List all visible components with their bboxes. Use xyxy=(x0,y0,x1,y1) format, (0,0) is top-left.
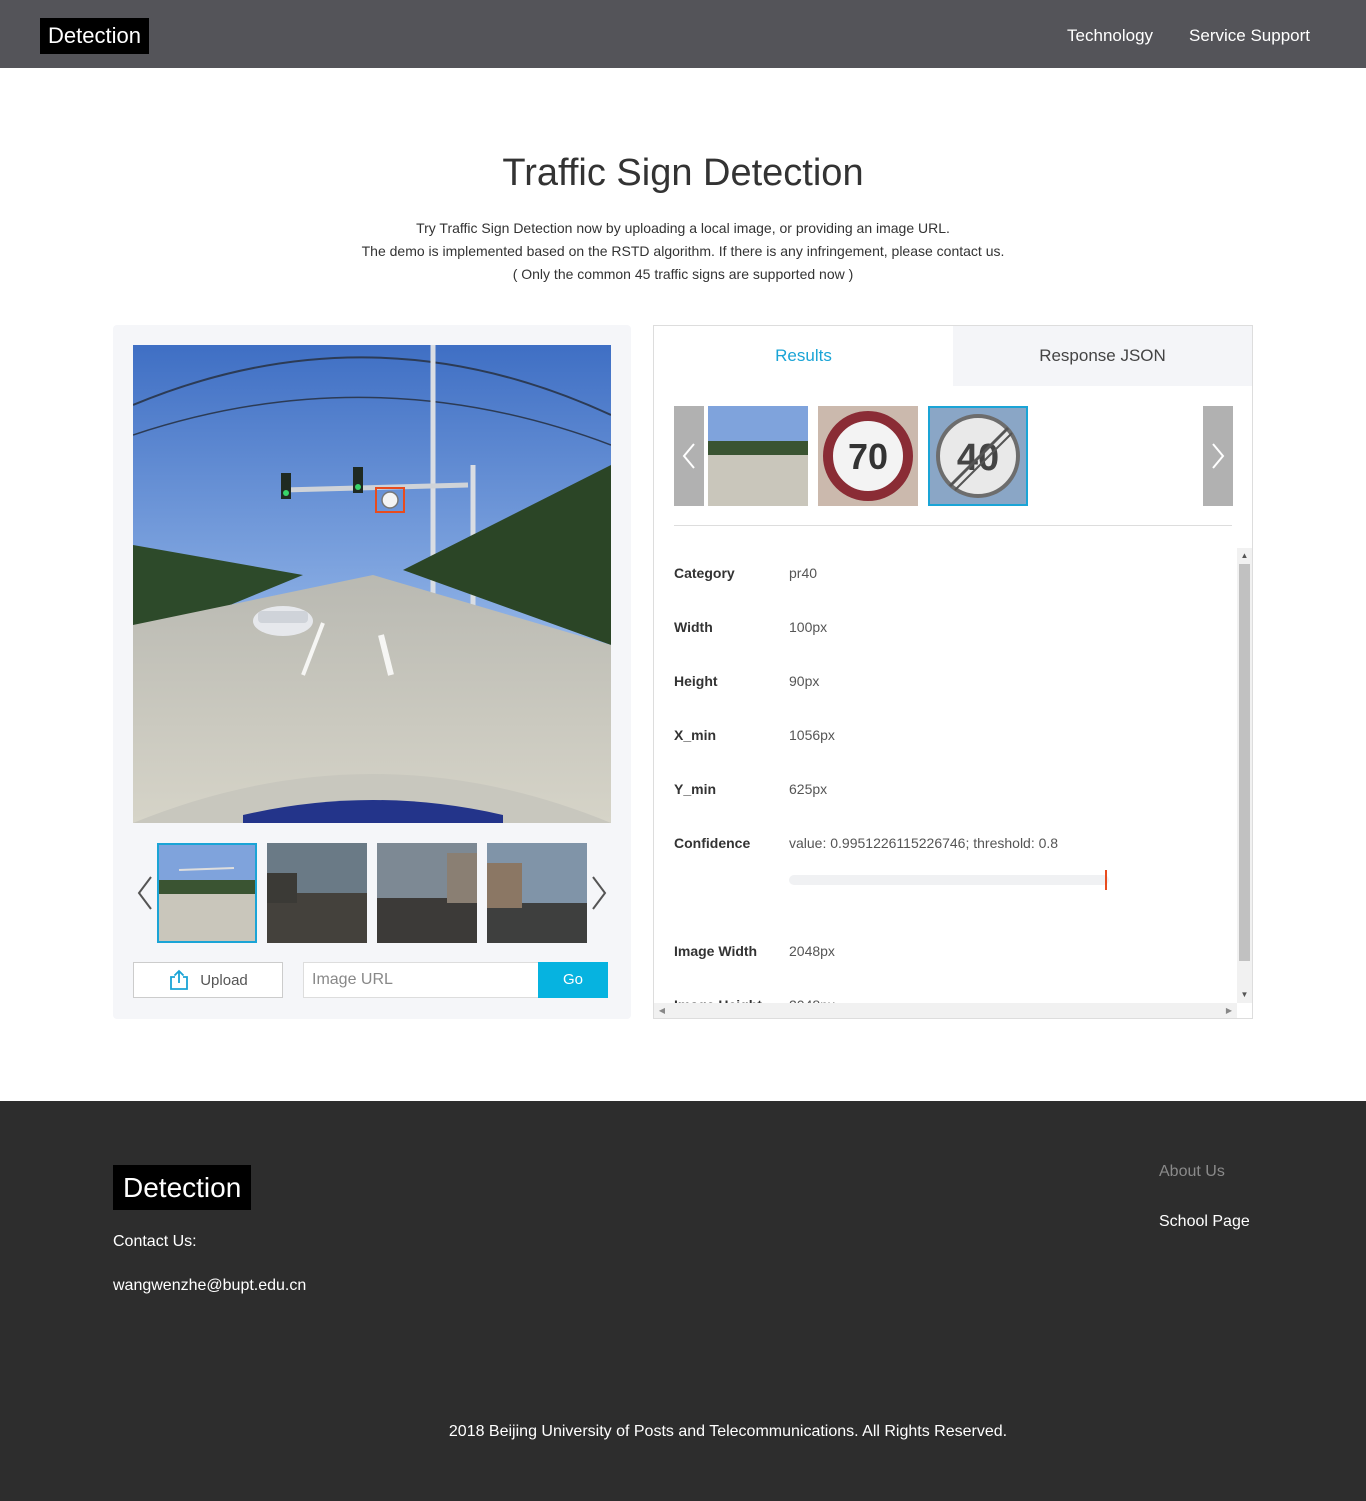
street-thumbnail-image xyxy=(267,843,367,943)
detail-value: 625px xyxy=(789,781,828,797)
nav-service-support[interactable]: Service Support xyxy=(1189,26,1310,46)
detection-details: Category pr40 Width 100px Height 90px X_… xyxy=(654,548,1237,1003)
upload-label: Upload xyxy=(200,971,248,989)
results-tabs: Results Response JSON xyxy=(654,326,1252,386)
detection-crop-sign[interactable]: 40 xyxy=(928,406,1028,506)
confidence-bar xyxy=(789,870,1109,890)
detail-key: X_min xyxy=(674,727,717,743)
contact-email[interactable]: wangwenzhe@bupt.edu.cn xyxy=(113,1277,306,1295)
street-thumbnail-image xyxy=(708,406,808,506)
tab-results[interactable]: Results xyxy=(654,326,953,386)
scroll-up-arrow-icon[interactable]: ▲ xyxy=(1237,548,1252,564)
chevron-right-icon[interactable] xyxy=(587,873,611,913)
detail-value: value: 0.9951226115226746; threshold: 0.… xyxy=(789,835,1059,851)
upload-button[interactable]: Upload xyxy=(133,962,283,998)
image-input-panel: Upload Go xyxy=(113,325,631,1019)
confidence-marker xyxy=(1105,870,1107,890)
detection-crop-sign[interactable]: 70 xyxy=(818,406,918,506)
chevron-left-icon xyxy=(682,443,695,469)
speed-limit-70-sign: 70 xyxy=(818,406,918,506)
selected-street-image xyxy=(133,345,611,823)
street-thumbnail-image xyxy=(377,843,477,943)
nav-technology[interactable]: Technology xyxy=(1067,26,1153,46)
detail-value: 90px xyxy=(789,673,820,689)
detail-value: 100px xyxy=(789,619,828,635)
detection-crop-full-image[interactable] xyxy=(708,406,808,506)
page-title: Traffic Sign Detection xyxy=(502,152,864,194)
detail-key: Height xyxy=(674,673,718,689)
crop-next-button[interactable] xyxy=(1203,406,1233,506)
school-page-link[interactable]: School Page xyxy=(1159,1213,1250,1231)
divider xyxy=(674,525,1232,526)
site-logo[interactable]: Detection xyxy=(40,18,149,54)
go-button[interactable]: Go xyxy=(538,962,608,998)
street-thumbnail-image xyxy=(159,845,255,941)
detail-key: Image Height xyxy=(674,995,789,1003)
chevron-right-icon xyxy=(1212,443,1225,469)
street-thumbnail-image xyxy=(487,843,587,943)
example-image-carousel xyxy=(113,843,631,943)
about-us-heading: About Us xyxy=(1159,1163,1225,1180)
description-line: The demo is implemented based on the RST… xyxy=(361,243,1005,259)
example-thumbnail[interactable] xyxy=(487,843,587,943)
detail-value: 2048px xyxy=(789,943,835,959)
upload-icon xyxy=(170,969,189,990)
example-thumbnail[interactable] xyxy=(377,843,477,943)
results-panel: Results Response JSON 70 Category pr40 W… xyxy=(653,325,1253,1019)
footer-logo[interactable]: Detection xyxy=(113,1165,252,1210)
image-url-input[interactable] xyxy=(303,962,539,998)
street-scene-illustration xyxy=(133,345,611,823)
detail-value: 2048px xyxy=(789,995,1229,1003)
chevron-left-icon[interactable] xyxy=(133,873,157,913)
sign-number-text: 70 xyxy=(848,436,888,477)
tab-response-json[interactable]: Response JSON xyxy=(953,326,1252,386)
detail-value: pr40 xyxy=(789,565,818,581)
scroll-down-arrow-icon[interactable]: ▼ xyxy=(1237,987,1252,1003)
description-line: Try Traffic Sign Detection now by upload… xyxy=(416,220,950,236)
example-thumbnail[interactable] xyxy=(157,843,257,943)
vertical-scrollbar[interactable]: ▲ ▼ xyxy=(1237,548,1252,1003)
detail-key: Y_min xyxy=(674,781,717,797)
example-thumbnail[interactable] xyxy=(267,843,367,943)
top-nav: Technology Service Support xyxy=(1067,26,1310,46)
detail-value: 1056px xyxy=(789,727,835,743)
scrollbar-thumb[interactable] xyxy=(1239,564,1250,961)
scroll-right-arrow-icon[interactable]: ▶ xyxy=(1221,1003,1237,1018)
top-navbar: Detection Technology Service Support xyxy=(0,0,1366,68)
contact-label: Contact Us: xyxy=(113,1233,197,1250)
footer: Detection Contact Us: wangwenzhe@bupt.ed… xyxy=(0,1101,1366,1501)
detail-key: Image Width xyxy=(674,943,758,959)
end-speed-limit-40-sign: 40 xyxy=(930,408,1026,504)
detail-key: Category xyxy=(674,565,735,581)
detection-crop-carousel: 70 40 xyxy=(674,406,1233,506)
description-line: ( Only the common 45 traffic signs are s… xyxy=(512,266,854,282)
horizontal-scrollbar[interactable]: ◀ ▶ xyxy=(654,1003,1237,1018)
detail-key: Confidence xyxy=(674,835,751,851)
detail-key: Width xyxy=(674,619,713,635)
scroll-left-arrow-icon[interactable]: ◀ xyxy=(654,1003,670,1018)
copyright-text: 2018 Beijing University of Posts and Tel… xyxy=(448,1423,1008,1440)
page-description: Try Traffic Sign Detection now by upload… xyxy=(0,217,1366,286)
crop-prev-button[interactable] xyxy=(674,406,704,506)
